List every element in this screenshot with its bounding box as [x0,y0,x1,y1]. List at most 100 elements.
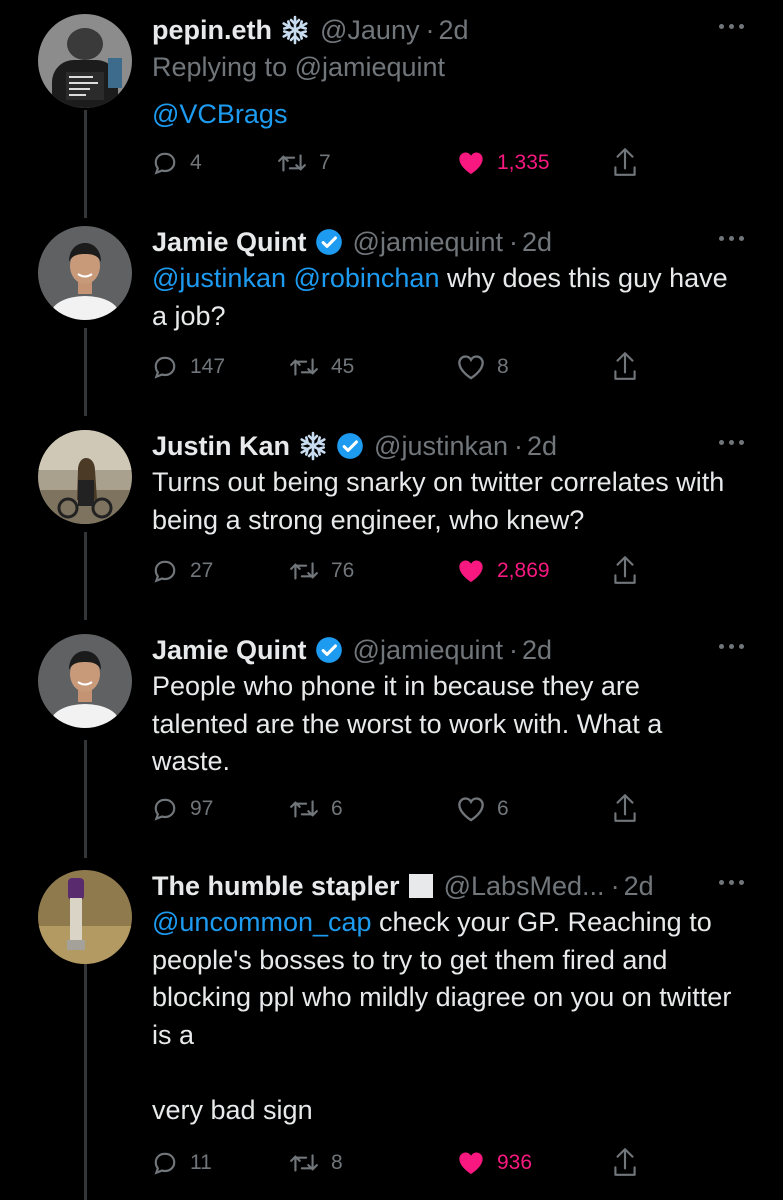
share-icon [614,556,636,584]
retweet-button[interactable]: 6 [289,792,343,826]
mention-link[interactable]: @uncommon_cap [152,907,372,937]
action-bar: 147 45 8 [152,350,652,384]
mention-link[interactable]: @VCBrags [152,99,287,129]
handle[interactable]: @Jauny [320,15,419,46]
tweet[interactable]: pepin.eth @Jauny · 2d Replying to @jamie… [0,10,783,200]
like-button[interactable]: 2,869 [457,554,550,588]
more-options-icon[interactable] [719,644,745,652]
retweet-icon [290,1154,318,1172]
share-icon [614,148,636,176]
tweet-header: Jamie Quint @jamiequint · 2d [152,222,713,262]
share-icon [614,1148,636,1176]
replying-to: Replying to @jamiequint [152,52,446,82]
reply-count: 27 [190,559,214,582]
more-options-icon[interactable] [719,236,745,244]
avatar[interactable] [38,226,132,320]
tweet-text: Turns out being snarky on twitter correl… [152,464,742,539]
reply-button[interactable]: 11 [152,1146,212,1180]
reply-icon [154,560,176,583]
like-button[interactable]: 8 [457,350,509,384]
tweet[interactable]: Justin Kan @justinkan · 2d Turns out bei… [0,426,783,606]
retweet-icon [278,154,306,172]
like-button[interactable]: 936 [457,1146,532,1180]
tweet[interactable]: Jamie Quint @jamiequint · 2d @justinkan … [0,222,783,402]
reply-icon [154,798,176,821]
share-button[interactable] [612,792,638,829]
reply-count: 97 [190,797,214,820]
separator-dot: · [610,870,620,901]
mention-link[interactable]: @justinkan @robinchan [152,263,439,293]
like-count: 2,869 [497,559,550,582]
reply-count: 147 [190,355,226,378]
display-name[interactable]: pepin.eth [152,15,272,46]
heart-filled-icon [459,152,483,175]
separator-dot: · [425,14,435,45]
avatar[interactable] [38,870,132,964]
tweet[interactable]: Jamie Quint @jamiequint · 2d People who … [0,630,783,840]
more-options-icon[interactable] [719,880,745,888]
avatar[interactable] [38,634,132,728]
display-name[interactable]: Justin Kan [152,431,290,462]
reply-button[interactable]: 4 [152,146,202,180]
white-square-icon [408,873,434,899]
retweet-button[interactable]: 45 [289,350,354,384]
like-count: 1,335 [497,151,550,174]
like-button[interactable]: 1,335 [457,146,550,180]
more-options-icon[interactable] [719,24,745,32]
separator-dot: · [509,226,519,257]
retweet-button[interactable]: 8 [289,1146,343,1180]
like-count: 6 [497,797,509,820]
tweet[interactable]: The humble stapler @LabsMed... · 2d @unc… [0,866,783,1200]
tweet-text-content: People who phone it in because they are … [152,671,663,776]
share-icon [614,794,636,822]
action-bar: 11 8 936 [152,1146,652,1180]
verified-icon [336,432,364,460]
handle[interactable]: @LabsMed... [444,871,605,902]
display-name[interactable]: Jamie Quint [152,227,307,258]
retweet-button[interactable]: 7 [277,146,331,180]
retweet-count: 76 [331,559,355,582]
share-button[interactable] [612,1146,638,1183]
retweet-button[interactable]: 76 [289,554,354,588]
reply-button[interactable]: 97 [152,792,213,826]
reply-count: 11 [190,1151,212,1174]
heart-filled-icon [459,1152,483,1175]
avatar[interactable] [38,14,132,108]
handle[interactable]: @jamiequint [353,227,503,258]
timestamp[interactable]: 2d [527,431,557,462]
tweet-text: @uncommon_cap check your GP. Reaching to… [152,904,742,1129]
tweet-header: Jamie Quint @jamiequint · 2d [152,630,713,670]
action-bar: 27 76 2,869 [152,554,652,588]
like-count: 936 [497,1151,533,1174]
reply-icon [154,152,176,175]
timestamp[interactable]: 2d [522,227,552,258]
reply-button[interactable]: 27 [152,554,213,588]
timestamp[interactable]: 2d [624,871,654,902]
display-name[interactable]: Jamie Quint [152,635,307,666]
snowflake-icon [280,15,310,45]
timestamp[interactable]: 2d [438,15,468,46]
avatar[interactable] [38,430,132,524]
tweet-text-content: check your GP. Reaching to people's boss… [152,907,732,1125]
separator-dot: · [514,430,524,461]
handle[interactable]: @jamiequint [353,635,503,666]
like-button[interactable]: 6 [457,792,509,826]
retweet-icon [290,800,318,818]
tweet-header: Justin Kan @justinkan · 2d [152,426,713,466]
tweet-header: The humble stapler @LabsMed... · 2d [152,866,713,906]
share-button[interactable] [612,554,638,591]
share-button[interactable] [612,146,638,183]
retweet-count: 45 [331,355,355,378]
heart-filled-icon [459,560,483,583]
share-button[interactable] [612,350,638,387]
share-icon [614,352,636,380]
heart-outline-icon [458,797,484,822]
more-options-icon[interactable] [719,440,745,448]
display-name[interactable]: The humble stapler [152,871,400,902]
handle[interactable]: @justinkan [374,431,508,462]
timestamp[interactable]: 2d [522,635,552,666]
action-bar: 4 7 1,335 [152,146,652,180]
verified-icon [315,636,343,664]
reply-button[interactable]: 147 [152,350,225,384]
separator-dot: · [509,634,519,665]
